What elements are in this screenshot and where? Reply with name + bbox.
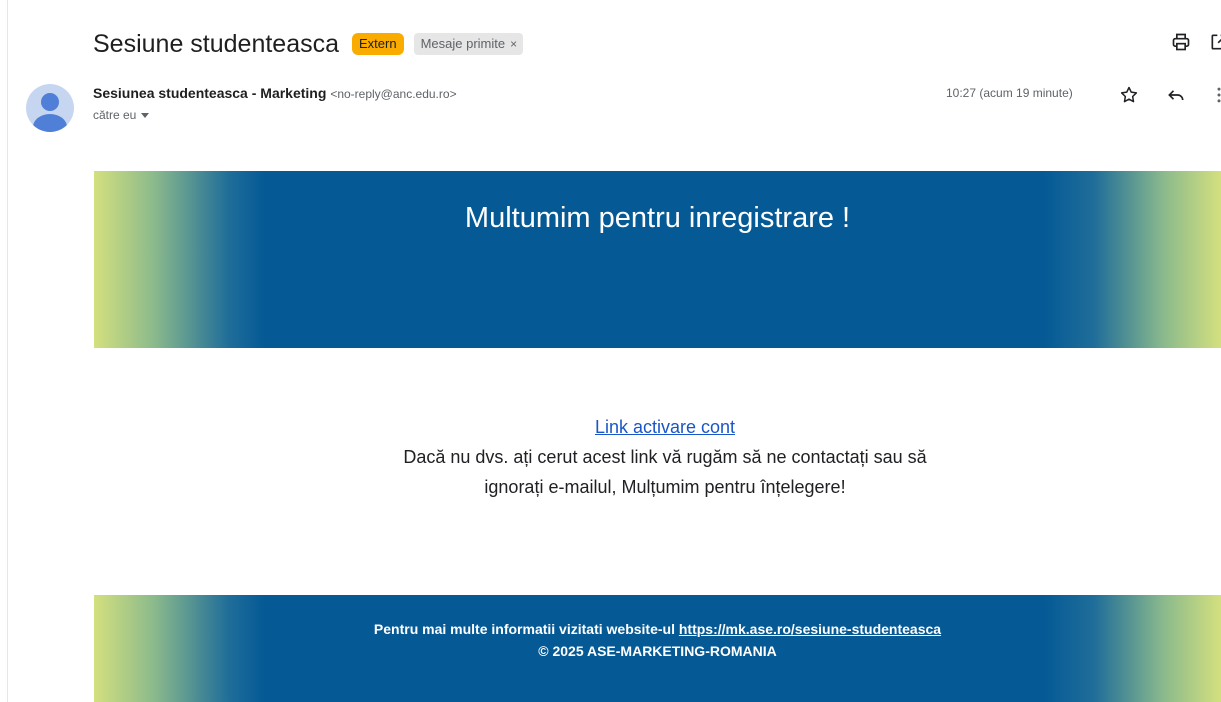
star-icon[interactable]: [1117, 83, 1141, 107]
header-banner: Multumim pentru inregistrare !: [94, 171, 1221, 348]
open-in-new-window-icon[interactable]: [1207, 30, 1221, 54]
footer-copyright: © 2025 ASE-MARKETING-ROMANIA: [538, 643, 777, 659]
footer-text: Pentru mai multe informatii vizitati web…: [94, 618, 1221, 662]
recipient-text: către eu: [93, 108, 137, 122]
reply-icon[interactable]: [1164, 83, 1188, 107]
sender-name[interactable]: Sesiunea studenteasca - Marketing: [93, 85, 326, 101]
recipient-details-toggle[interactable]: către eu: [93, 108, 150, 122]
email-subject: Sesiune studenteasca: [93, 29, 340, 58]
email-message: Link activare cont Dacă nu dvs. ați ceru…: [380, 412, 950, 502]
avatar-head: [41, 93, 59, 111]
footer-prefix: Pentru mai multe informatii vizitati web…: [373, 621, 675, 637]
website-link[interactable]: https://mk.ase.ro/sesiune-studenteasca: [679, 621, 941, 637]
activation-link[interactable]: Link activare cont: [595, 417, 735, 437]
sender-email: <no-reply@anc.edu.ro>: [330, 87, 457, 101]
more-vert-icon[interactable]: [1207, 83, 1221, 107]
print-icon[interactable]: [1169, 30, 1193, 54]
banner-title: Multumim pentru inregistrare !: [464, 202, 851, 234]
extern-label[interactable]: Extern: [352, 33, 404, 55]
inbox-label[interactable]: Mesaje primite ×: [413, 33, 524, 55]
footer-banner: Pentru mai multe informatii vizitati web…: [94, 595, 1221, 702]
avatar-body: [33, 114, 67, 132]
message-text: Dacă nu dvs. ați cerut acest link vă rug…: [403, 447, 927, 497]
inbox-label-text: Mesaje primite: [420, 36, 506, 51]
left-divider: [7, 0, 8, 702]
sender-line: Sesiunea studenteasca - Marketing <no-re…: [93, 85, 457, 101]
subject-row: Sesiune studenteasca Extern Mesaje primi…: [93, 27, 524, 61]
email-timestamp: 10:27 (acum 19 minute): [946, 86, 1073, 100]
remove-label-icon[interactable]: ×: [510, 33, 517, 55]
sender-avatar[interactable]: [26, 84, 74, 132]
chevron-down-icon: [141, 112, 150, 118]
